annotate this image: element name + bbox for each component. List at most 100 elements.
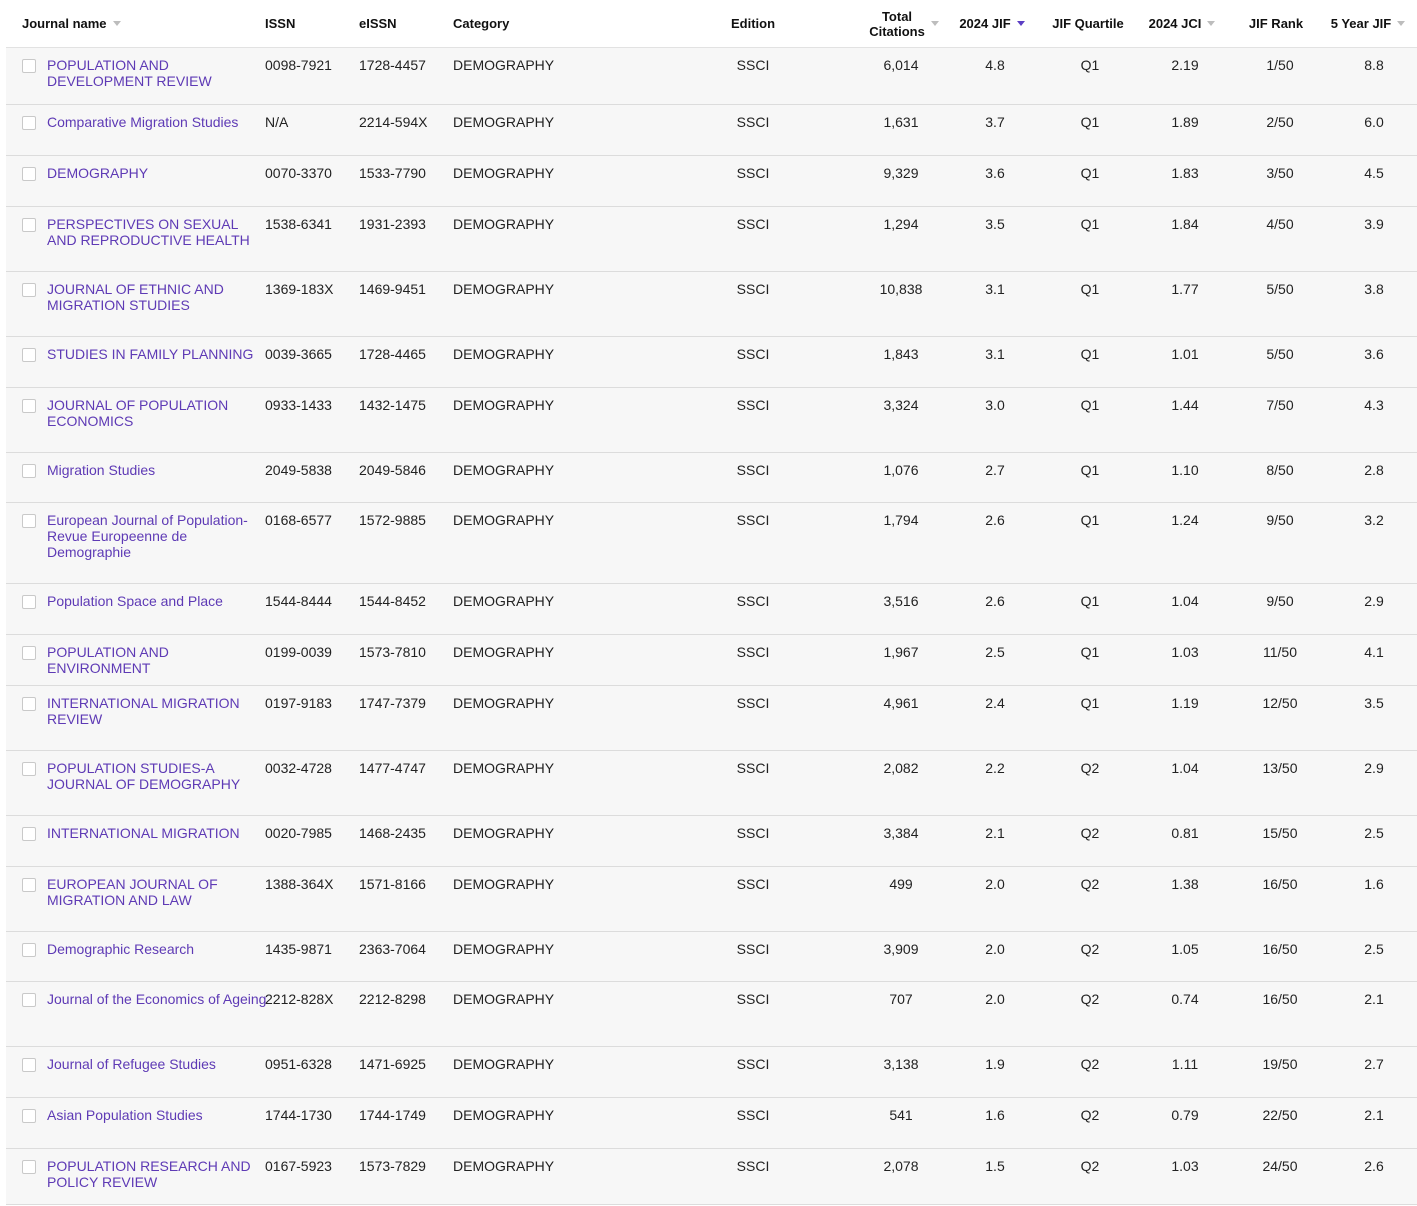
cell-citations: 1,843 [883,346,919,362]
row-select-checkbox[interactable] [22,1109,36,1123]
row-select-checkbox[interactable] [22,993,36,1007]
col-eissn[interactable]: eISSN [359,0,439,47]
journal-name-link[interactable]: Asian Population Studies [47,1107,267,1123]
col-jif-quartile[interactable]: JIF Quartile [1046,0,1130,47]
cell-eissn: 1931-2393 [359,216,426,232]
cell-category: DEMOGRAPHY [453,695,555,711]
cell-jif5: 2.5 [1364,941,1384,957]
row-select-checkbox[interactable] [22,646,36,660]
cell-jci: 1.11 [1171,1056,1199,1072]
cell-rank: 3/50 [1266,165,1294,181]
journal-name-link[interactable]: POPULATION STUDIES-A JOURNAL OF DEMOGRAP… [47,760,267,792]
journal-name-link[interactable]: INTERNATIONAL MIGRATION REVIEW [47,695,267,727]
row-select-checkbox[interactable] [22,116,36,130]
col-jci[interactable]: 2024 JCI [1142,0,1222,47]
cell-jif5: 3.2 [1364,512,1384,528]
col-jif-rank[interactable]: JIF Rank [1236,0,1316,47]
row-select-checkbox[interactable] [22,595,36,609]
row-select-checkbox[interactable] [22,283,36,297]
cell-edition: SSCI [736,165,770,181]
cell-jif: 2.0 [985,991,1005,1007]
cell-category: DEMOGRAPHY [453,1056,555,1072]
journal-name-link[interactable]: JOURNAL OF ETHNIC AND MIGRATION STUDIES [47,281,267,313]
cell-quartile: Q2 [1080,941,1100,957]
cell-jif: 2.1 [985,825,1005,841]
journal-name-link[interactable]: POPULATION AND ENVIRONMENT [47,644,267,676]
journal-name-link[interactable]: Population Space and Place [47,593,267,609]
col-jif-quartile-label: JIF Quartile [1052,16,1124,31]
cell-jif: 2.7 [985,462,1005,478]
cell-issn: 0168-6577 [265,512,332,528]
row-select-checkbox[interactable] [22,218,36,232]
col-total-citations[interactable]: Total Citations [854,0,954,47]
journal-name-link[interactable]: POPULATION RESEARCH AND POLICY REVIEW [47,1158,267,1190]
table-row: PERSPECTIVES ON SEXUAL AND REPRODUCTIVE … [6,207,1417,272]
sort-caret-icon[interactable] [1397,21,1406,26]
cell-edition: SSCI [736,644,770,660]
sort-descending-icon[interactable] [1016,21,1025,26]
row-select-checkbox[interactable] [22,1160,36,1174]
row-select-checkbox[interactable] [22,762,36,776]
row-select-checkbox[interactable] [22,348,36,362]
journal-name-link[interactable]: STUDIES IN FAMILY PLANNING [47,346,267,362]
sort-caret-icon[interactable] [930,21,939,26]
cell-quartile: Q2 [1080,876,1100,892]
cell-category: DEMOGRAPHY [453,397,555,413]
cell-eissn: 1744-1749 [359,1107,426,1123]
col-category[interactable]: Category [453,0,573,47]
journal-name-link[interactable]: European Journal of Population-Revue Eur… [47,512,267,560]
col-edition[interactable]: Edition [713,0,793,47]
journal-name-link[interactable]: Demographic Research [47,941,267,957]
sort-caret-icon[interactable] [112,21,121,26]
journal-name-link[interactable]: INTERNATIONAL MIGRATION [47,825,267,841]
row-select-checkbox[interactable] [22,59,36,73]
journal-name-link[interactable]: POPULATION AND DEVELOPMENT REVIEW [47,57,267,89]
journal-name-link[interactable]: EUROPEAN JOURNAL OF MIGRATION AND LAW [47,876,267,908]
table-row: INTERNATIONAL MIGRATION 0020-7985 1468-243… [6,816,1417,867]
row-select-checkbox[interactable] [22,697,36,711]
cell-citations: 707 [889,991,913,1007]
cell-jci: 1.24 [1171,512,1199,528]
table-row: POPULATION AND DEVELOPMENT REVIEW 0098-79… [6,48,1417,105]
journal-name-link[interactable]: DEMOGRAPHY [47,165,267,181]
journal-name-link[interactable]: Migration Studies [47,462,267,478]
cell-issn: 1435-9871 [265,941,332,957]
table-row: Migration Studies 2049-5838 2049-5846 DEMOG… [6,453,1417,503]
journal-name-link[interactable]: Comparative Migration Studies [47,114,267,130]
row-select-checkbox[interactable] [22,464,36,478]
table-row: EUROPEAN JOURNAL OF MIGRATION AND LAW 138… [6,867,1417,932]
col-5-year-jif[interactable]: 5 Year JIF [1323,0,1413,47]
sort-caret-icon[interactable] [1207,21,1216,26]
journal-name-link[interactable]: JOURNAL OF POPULATION ECONOMICS [47,397,267,429]
cell-rank: 12/50 [1262,695,1298,711]
cell-jci: 1.38 [1171,876,1199,892]
cell-citations: 1,794 [883,512,919,528]
table-body: POPULATION AND DEVELOPMENT REVIEW 0098-79… [6,48,1417,1205]
row-select-checkbox[interactable] [22,514,36,528]
journal-name-link[interactable]: Journal of the Economics of Ageing [47,991,267,1007]
row-select-checkbox[interactable] [22,943,36,957]
col-5-year-jif-label: 5 Year JIF [1330,16,1392,31]
col-issn[interactable]: ISSN [265,0,345,47]
cell-rank: 5/50 [1266,346,1294,362]
row-select-checkbox[interactable] [22,878,36,892]
cell-jci: 1.04 [1171,593,1199,609]
col-journal-name[interactable]: Journal name [22,0,242,47]
row-select-checkbox[interactable] [22,1058,36,1072]
cell-jif: 2.0 [985,876,1005,892]
cell-jif5: 3.8 [1364,281,1384,297]
journal-name-link[interactable]: Journal of Refugee Studies [47,1056,267,1072]
cell-quartile: Q2 [1080,760,1100,776]
cell-quartile: Q1 [1080,462,1100,478]
cell-quartile: Q1 [1080,512,1100,528]
cell-quartile: Q1 [1080,644,1100,660]
row-select-checkbox[interactable] [22,167,36,181]
col-jif[interactable]: 2024 JIF [952,0,1032,47]
row-select-checkbox[interactable] [22,827,36,841]
row-select-checkbox[interactable] [22,399,36,413]
table-row: STUDIES IN FAMILY PLANNING 0039-3665 1728-… [6,337,1417,388]
cell-jif5: 2.9 [1364,760,1384,776]
table-row: DEMOGRAPHY 0070-3370 1533-7790 DEMOGRAPHY SS… [6,156,1417,207]
cell-citations: 3,138 [883,1056,919,1072]
journal-name-link[interactable]: PERSPECTIVES ON SEXUAL AND REPRODUCTIVE … [47,216,267,248]
